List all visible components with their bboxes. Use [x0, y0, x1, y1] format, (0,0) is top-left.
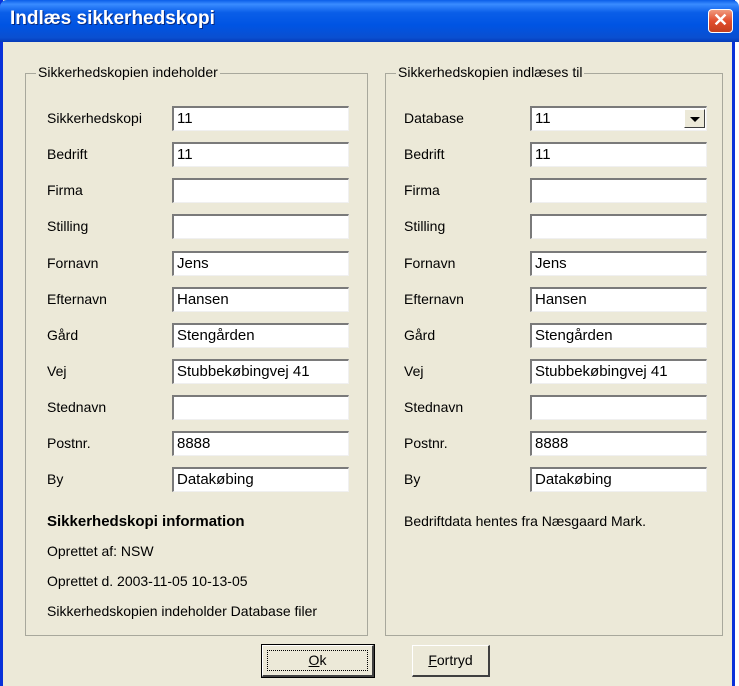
left-label-by: By [47, 471, 64, 487]
right-label-bedrift: Bedrift [404, 146, 445, 162]
left-label-vej: Vej [47, 363, 67, 379]
right-bedrift-field[interactable]: 11 [530, 142, 707, 167]
chevron-down-icon[interactable] [684, 109, 705, 128]
right-efternavn-field[interactable]: Hansen [530, 287, 707, 312]
cancel-mnemonic: F [428, 652, 437, 668]
left-label-stednavn: Stednavn [47, 399, 107, 415]
farm-data-note: Bedriftdata hentes fra Næsgaard Mark. [404, 513, 647, 529]
database-select-value: 11 [535, 110, 551, 127]
right-vej-field[interactable]: Stubbekøbingvej 41 [530, 359, 707, 384]
left-vej-field[interactable]: Stubbekøbingvej 41 [172, 359, 349, 384]
left-stednavn-field[interactable] [172, 395, 349, 420]
left-gaard-field[interactable]: Stengården [172, 323, 349, 348]
left-label-firma: Firma [47, 182, 83, 198]
left-stilling-field[interactable] [172, 214, 349, 239]
right-gaard-field[interactable]: Stengården [530, 323, 707, 348]
backup-contents-title: Sikkerhedskopien indeholder [36, 64, 220, 80]
backup-created-date: Oprettet d. 2003-11-05 10-13-05 [47, 573, 248, 589]
right-label-database: Database [404, 110, 464, 126]
right-label-firma: Firma [404, 182, 440, 198]
left-backup-field[interactable]: 11 [172, 106, 349, 131]
left-bedrift-field[interactable]: 11 [172, 142, 349, 167]
backup-info-heading: Sikkerhedskopi information [47, 513, 245, 530]
title-bar[interactable]: Indlæs sikkerhedskopi ✕ [0, 0, 739, 42]
left-fornavn-field[interactable]: Jens [172, 251, 349, 276]
right-label-stednavn: Stednavn [404, 399, 464, 415]
backup-created-by: Oprettet af: NSW [47, 543, 154, 559]
right-fornavn-field[interactable]: Jens [530, 251, 707, 276]
right-label-by: By [404, 471, 421, 487]
right-firma-field[interactable] [530, 178, 707, 203]
close-button[interactable]: ✕ [708, 9, 733, 33]
left-by-field[interactable]: Datakøbing [172, 467, 349, 492]
right-postnr-field[interactable]: 8888 [530, 431, 707, 456]
left-postnr-field[interactable]: 8888 [172, 431, 349, 456]
right-stilling-field[interactable] [530, 214, 707, 239]
cancel-button[interactable]: Fortryd [412, 645, 490, 677]
backup-contains: Sikkerhedskopien indeholder Database fil… [47, 603, 318, 619]
left-label-bedrift: Bedrift [47, 146, 88, 162]
left-label-fornavn: Fornavn [47, 255, 99, 271]
right-label-postnr: Postnr. [404, 435, 448, 451]
right-label-vej: Vej [404, 363, 424, 379]
right-label-stilling: Stilling [404, 218, 446, 234]
left-firma-field[interactable] [172, 178, 349, 203]
left-label-postnr: Postnr. [47, 435, 91, 451]
cancel-label-rest: ortryd [436, 652, 473, 668]
ok-button[interactable]: Ok [261, 644, 375, 678]
left-efternavn-field[interactable]: Hansen [172, 287, 349, 312]
database-select[interactable]: 11 [530, 106, 707, 131]
restore-target-title: Sikkerhedskopien indlæses til [396, 64, 585, 80]
right-stednavn-field[interactable] [530, 395, 707, 420]
right-label-efternavn: Efternavn [404, 291, 464, 307]
left-label-efternavn: Efternavn [47, 291, 107, 307]
left-label-backup: Sikkerhedskopi [47, 110, 142, 126]
right-label-gaard: Gård [404, 327, 436, 343]
window-title: Indlæs sikkerhedskopi [10, 8, 215, 29]
focus-rect [267, 650, 368, 671]
left-label-gaard: Gård [47, 327, 79, 343]
right-label-fornavn: Fornavn [404, 255, 456, 271]
left-label-stilling: Stilling [47, 218, 89, 234]
right-by-field[interactable]: Datakøbing [530, 467, 707, 492]
